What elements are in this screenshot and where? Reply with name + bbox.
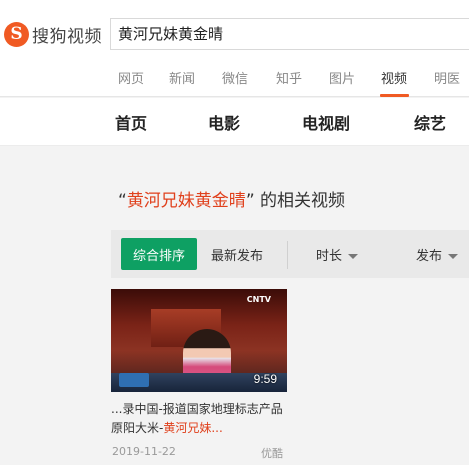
publish-label: 发布 bbox=[416, 249, 443, 264]
nav-item-zhihu[interactable]: 知乎 bbox=[276, 68, 302, 87]
sort-comprehensive-button[interactable]: 综合排序 bbox=[121, 238, 197, 270]
nav-item-web[interactable]: 网页 bbox=[118, 68, 144, 87]
nav-item-video[interactable]: 视频 bbox=[381, 68, 407, 87]
category-tv-series[interactable]: 电视剧 bbox=[302, 110, 350, 134]
title-open-quote: “ bbox=[118, 191, 127, 211]
filter-divider bbox=[287, 241, 288, 269]
video-meta: 2019-11-22 优酷 bbox=[111, 445, 287, 461]
channel-logo-icon bbox=[119, 373, 149, 387]
video-title-link[interactable]: ...录中国-报道国家地理标志产品原阳大米-黄河兄妹... bbox=[111, 400, 287, 438]
duration-label: 时长 bbox=[316, 249, 343, 264]
video-thumbnail[interactable]: CNTV 9:59 bbox=[111, 289, 287, 392]
video-result-card[interactable]: CNTV 9:59 ...录中国-报道国家地理标志产品原阳大米-黄河兄妹... … bbox=[111, 289, 287, 461]
video-duration: 9:59 bbox=[253, 372, 277, 386]
chevron-down-icon bbox=[448, 254, 459, 259]
sort-latest-button[interactable]: 最新发布 bbox=[211, 245, 263, 264]
title-suffix: 的相关视频 bbox=[260, 191, 346, 211]
search-vertical-nav: 网页 新闻 微信 知乎 图片 视频 明医 bbox=[0, 64, 469, 97]
publish-dropdown[interactable]: 发布 bbox=[416, 245, 459, 264]
nav-item-mingyi[interactable]: 明医 bbox=[434, 68, 460, 87]
top-header: S 搜狗视频 网页 新闻 微信 知乎 图片 视频 明医 bbox=[0, 0, 469, 97]
chevron-down-icon bbox=[348, 254, 359, 259]
thumbnail-channel-mark: CNTV bbox=[246, 295, 271, 304]
results-title: “黄河兄妹黄金晴” 的相关视频 bbox=[118, 186, 345, 211]
sogou-logo-icon: S bbox=[4, 21, 29, 47]
logo-text: 搜狗视频 bbox=[32, 26, 102, 47]
video-source: 优酷 bbox=[261, 447, 283, 460]
sogou-video-logo[interactable]: S 搜狗视频 bbox=[4, 20, 102, 48]
video-title-highlight: 黄河兄妹... bbox=[163, 421, 223, 435]
search-box[interactable] bbox=[110, 18, 469, 50]
search-input[interactable] bbox=[118, 19, 458, 49]
active-tab-indicator bbox=[380, 94, 409, 97]
duration-dropdown[interactable]: 时长 bbox=[316, 245, 359, 264]
title-close-quote: ” bbox=[245, 191, 255, 211]
sort-filter-bar: 综合排序 最新发布 时长 发布 bbox=[111, 230, 469, 278]
nav-item-images[interactable]: 图片 bbox=[329, 68, 355, 87]
nav-item-wechat[interactable]: 微信 bbox=[222, 68, 248, 87]
category-home[interactable]: 首页 bbox=[115, 110, 147, 134]
nav-item-news[interactable]: 新闻 bbox=[169, 68, 195, 87]
video-date: 2019-11-22 bbox=[112, 445, 176, 458]
category-movies[interactable]: 电影 bbox=[208, 110, 240, 134]
title-keyword: 黄河兄妹黄金晴 bbox=[126, 191, 246, 211]
category-variety[interactable]: 综艺 bbox=[414, 110, 446, 134]
category-bar: 首页 电影 电视剧 综艺 bbox=[0, 98, 469, 146]
